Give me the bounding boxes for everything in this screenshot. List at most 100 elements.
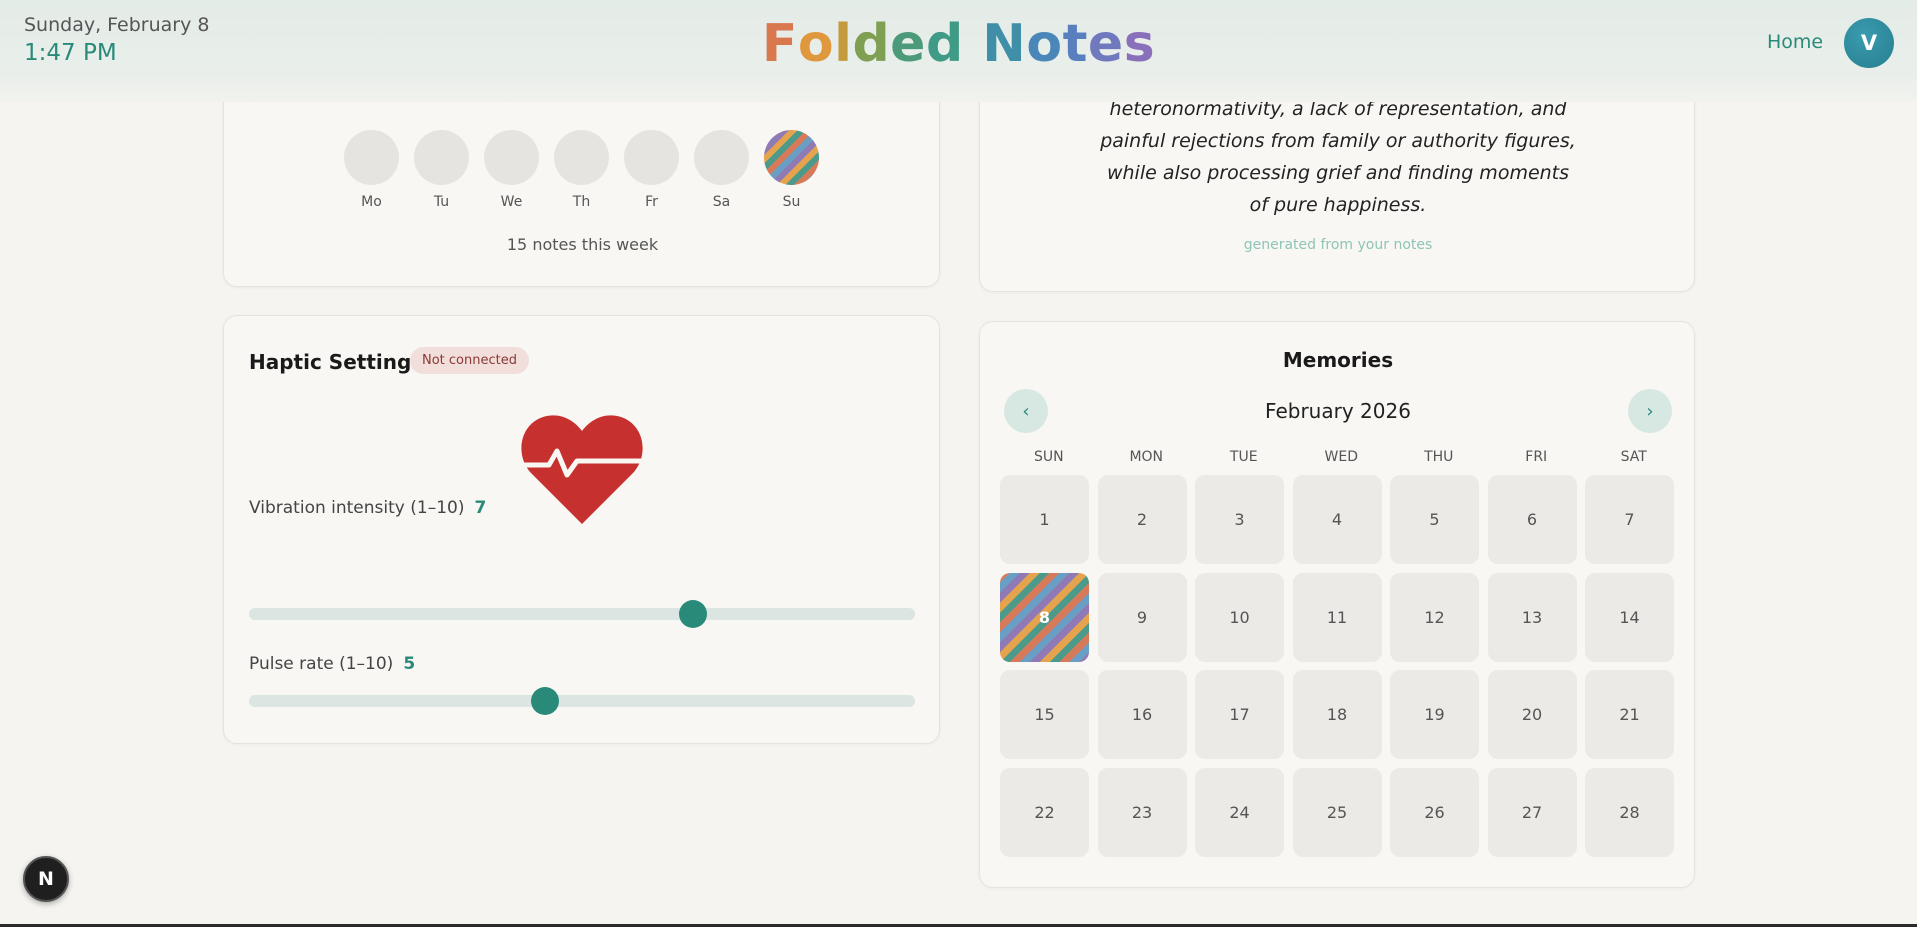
day-indicator-dot [764, 130, 819, 185]
calendar-day-8[interactable]: 8 [1000, 572, 1089, 662]
logo-letter: o [797, 14, 835, 74]
day-indicator-dot [484, 130, 539, 185]
day-indicator-dot [624, 130, 679, 185]
logo-letter: l [834, 14, 853, 74]
calendar-day-20[interactable]: 20 [1487, 670, 1577, 759]
calendar-day-6[interactable]: 6 [1487, 475, 1577, 564]
weekly-note-count: 15 notes this week [506, 235, 659, 254]
dev-tools-badge[interactable]: N [23, 856, 69, 902]
calendar-day-10[interactable]: 10 [1195, 572, 1284, 662]
weekday-header: SAT [1620, 449, 1647, 465]
day-indicator-dot [414, 130, 469, 185]
day-label: Mo [361, 194, 382, 210]
memories-calendar-card: Memories ‹ February 2026 › SUN MON TUE WED T… [979, 321, 1695, 888]
calendar-day-2[interactable]: 2 [1097, 475, 1187, 564]
pulse-rate-slider[interactable] [249, 687, 915, 715]
haptic-settings-title: Haptic Settings [249, 350, 424, 374]
user-avatar[interactable]: V [1844, 18, 1894, 68]
logo-letter: N [982, 14, 1027, 74]
week-day-su[interactable]: Su [764, 130, 819, 210]
day-label: We [500, 194, 523, 210]
vibration-intensity-thumb[interactable] [679, 600, 707, 628]
calendar-day-7[interactable]: 7 [1585, 475, 1674, 564]
calendar-day-27[interactable]: 27 [1487, 767, 1577, 857]
weekday-header: FRI [1525, 449, 1548, 465]
week-day-th[interactable]: Th [554, 130, 609, 210]
pulse-rate-thumb[interactable] [530, 687, 559, 715]
summary-line: painful rejections from family or author… [1100, 130, 1576, 152]
day-label: Tu [433, 194, 450, 210]
summary-source-label: generated from your notes [1243, 237, 1433, 253]
calendar-day-9[interactable]: 9 [1097, 572, 1187, 662]
week-day-fr[interactable]: Fr [624, 130, 679, 210]
weekday-header: SUN [1033, 449, 1064, 465]
top-bar: Sunday, February 8 1:47 PM Folded Notes … [0, 0, 1917, 102]
calendar-grid: 1 2 3 4 5 6 7 8 9 10 11 12 13 14 15 16 17 18 19 20 21 22 23 24 2… [1000, 475, 1676, 857]
vibration-intensity-slider[interactable] [249, 600, 915, 628]
calendar-day-23[interactable]: 23 [1097, 767, 1187, 857]
calendar-day-15[interactable]: 15 [1000, 670, 1089, 759]
summary-text: heteronormativity, a lack of representat… [1080, 93, 1596, 221]
calendar-day-3[interactable]: 3 [1195, 475, 1284, 564]
summary-line: while also processing grief and finding … [1106, 162, 1570, 184]
calendar-day-13[interactable]: 13 [1487, 572, 1577, 662]
logo-letter: e [1087, 14, 1124, 74]
day-label: Sa [712, 194, 731, 210]
calendar-day-18[interactable]: 18 [1292, 670, 1382, 759]
heartbeat-icon [521, 415, 643, 524]
haptic-settings-card: Haptic Settings Not connected Vibration … [223, 315, 940, 744]
logo-letter: o [1026, 14, 1063, 74]
calendar-day-26[interactable]: 26 [1390, 767, 1479, 857]
day-indicator-dot [694, 130, 749, 185]
calendar-day-16[interactable]: 16 [1097, 670, 1187, 759]
weekday-header: TUE [1229, 449, 1258, 465]
summary-line: of pure happiness. [1249, 194, 1427, 216]
weekday-header: WED [1324, 449, 1358, 465]
calendar-month-label: February 2026 [1265, 399, 1411, 423]
calendar-day-25[interactable]: 25 [1292, 767, 1382, 857]
day-label: Fr [645, 194, 658, 210]
home-link[interactable]: Home [1767, 31, 1823, 53]
calendar-day-22[interactable]: 22 [1000, 767, 1089, 857]
logo-letter: t [1062, 14, 1088, 74]
vibration-intensity-value: 7 [474, 498, 487, 518]
calendar-day-21[interactable]: 21 [1585, 670, 1674, 759]
day-label: Th [572, 194, 591, 210]
calendar-day-5[interactable]: 5 [1390, 475, 1479, 564]
logo-letter: d [925, 14, 964, 74]
logo-letter: s [1123, 14, 1156, 74]
weekday-header-row: SUN MON TUE WED THU FRI SAT [1000, 449, 1683, 465]
pulse-rate-value: 5 [403, 654, 416, 674]
calendar-day-14[interactable]: 14 [1585, 572, 1674, 662]
weekday-header: THU [1424, 449, 1454, 465]
calendar-day-24[interactable]: 24 [1195, 767, 1284, 857]
logo-letter: F [761, 14, 798, 74]
day-label: Su [782, 194, 801, 210]
logo-letter [964, 14, 983, 74]
connection-status-badge: Not connected [410, 347, 529, 374]
day-indicator-dot [554, 130, 609, 185]
calendar-day-28[interactable]: 28 [1585, 767, 1674, 857]
week-day-mo[interactable]: Mo [344, 130, 399, 210]
app-logo[interactable]: Folded Notes [0, 14, 1917, 74]
next-month-button[interactable]: › [1628, 389, 1672, 433]
calendar-day-19[interactable]: 19 [1390, 670, 1479, 759]
calendar-day-1[interactable]: 1 [1000, 475, 1089, 564]
vibration-intensity-label: Vibration intensity (1–10) 7 [249, 498, 486, 518]
vibration-intensity-text: Vibration intensity (1–10) [249, 498, 465, 518]
week-day-circles: Mo Tu We Th Fr Sa Su [344, 130, 819, 210]
weekday-header: MON [1129, 449, 1164, 465]
logo-letter: d [852, 14, 891, 74]
week-day-sa[interactable]: Sa [694, 130, 749, 210]
pulse-rate-label: Pulse rate (1–10) 5 [249, 654, 415, 674]
calendar-day-17[interactable]: 17 [1195, 670, 1284, 759]
calendar-day-4[interactable]: 4 [1292, 475, 1382, 564]
logo-letter: e [890, 14, 926, 74]
week-day-tu[interactable]: Tu [414, 130, 469, 210]
pulse-rate-text: Pulse rate (1–10) [249, 654, 394, 674]
day-indicator-dot [344, 130, 399, 185]
calendar-day-12[interactable]: 12 [1390, 572, 1479, 662]
calendar-day-11[interactable]: 11 [1292, 572, 1382, 662]
week-day-we[interactable]: We [484, 130, 539, 210]
memories-title: Memories [1282, 348, 1394, 372]
